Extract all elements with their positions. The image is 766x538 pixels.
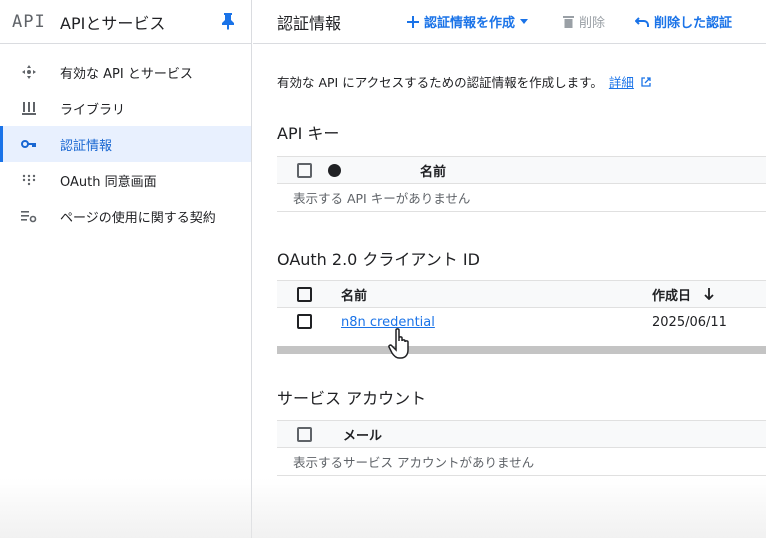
table-row[interactable]: n8n credential 2025/06/11 <box>277 308 766 336</box>
sidebar-nav: 有効な API とサービス ライブラリ 認証情報 OAuth 同意画面 ページの… <box>0 44 251 234</box>
row-checkbox[interactable] <box>297 314 312 329</box>
sidebar-item-label: ページの使用に関する契約 <box>60 210 216 226</box>
column-header-name[interactable]: 名前 <box>420 161 446 180</box>
dropdown-arrow-icon <box>520 19 529 24</box>
trash-icon <box>563 16 575 28</box>
sidebar-item-label: 認証情報 <box>60 138 113 154</box>
sidebar-item-page-usage-agreements[interactable]: ページの使用に関する契約 <box>0 198 251 234</box>
oauth-table-header: 名前 作成日 <box>277 280 766 308</box>
sidebar-item-library[interactable]: ライブラリ <box>0 90 251 126</box>
api-keys-table: 名前 表示する API キーがありません <box>277 156 766 212</box>
pin-icon[interactable] <box>220 12 236 30</box>
select-all-checkbox[interactable] <box>297 427 312 442</box>
api-logo: API <box>12 11 46 32</box>
sidebar-item-enabled-apis[interactable]: 有効な API とサービス <box>0 54 251 90</box>
sidebar-item-label: ライブラリ <box>60 102 126 118</box>
service-accounts-table-header: メール <box>277 420 766 448</box>
external-link-icon[interactable] <box>641 77 651 87</box>
select-all-checkbox[interactable] <box>297 163 312 178</box>
status-column-icon <box>328 164 341 177</box>
select-all-checkbox[interactable] <box>297 287 312 302</box>
sidebar-item-label: OAuth 同意画面 <box>60 174 157 190</box>
settings-list-icon <box>20 207 38 225</box>
undo-icon <box>635 16 650 27</box>
plus-icon <box>407 15 419 28</box>
sidebar-item-oauth-consent[interactable]: OAuth 同意画面 <box>0 162 251 198</box>
page-header: 認証情報 認証情報を作成 削除 削除した認証 <box>253 0 766 44</box>
oauth-clients-table: 名前 作成日 n8n credential 2025/06/11 <box>277 280 766 336</box>
client-created-date: 2025/06/11 <box>652 314 727 330</box>
column-header-email[interactable]: メール <box>343 425 382 444</box>
column-header-created[interactable]: 作成日 <box>652 285 714 304</box>
sidebar: API APIとサービス 有効な API とサービス ライブラリ 認証情報 OA… <box>0 0 252 538</box>
page-title: 認証情報 <box>277 13 342 33</box>
service-accounts-table: メール 表示するサービス アカウントがありません <box>277 420 766 476</box>
api-keys-title: API キー <box>277 124 340 143</box>
restore-deleted-credentials-button[interactable]: 削除した認証 <box>635 12 732 31</box>
library-icon <box>20 99 38 117</box>
hand-pointer-cursor-icon <box>388 328 409 359</box>
dots-grid-icon <box>20 171 38 189</box>
delete-button[interactable]: 削除 <box>563 12 605 31</box>
key-icon <box>20 135 38 153</box>
sidebar-title: APIとサービス <box>60 13 166 33</box>
horizontal-scrollbar[interactable] <box>277 346 766 354</box>
api-keys-empty-message: 表示する API キーがありません <box>277 184 766 212</box>
column-header-name[interactable]: 名前 <box>341 285 367 304</box>
service-accounts-title: サービス アカウント <box>277 389 427 408</box>
sidebar-header: API APIとサービス <box>0 0 251 44</box>
sidebar-item-credentials[interactable]: 認証情報 <box>0 126 251 162</box>
oauth-clients-title: OAuth 2.0 クライアント ID <box>277 250 480 269</box>
create-credentials-button[interactable]: 認証情報を作成 <box>407 12 533 31</box>
learn-more-link[interactable]: 詳細 <box>609 75 634 90</box>
diamond-arrows-icon <box>20 63 38 81</box>
sort-descending-icon <box>703 287 714 300</box>
sidebar-item-label: 有効な API とサービス <box>60 66 193 82</box>
api-keys-table-header: 名前 <box>277 156 766 184</box>
service-accounts-empty-message: 表示するサービス アカウントがありません <box>277 448 766 476</box>
intro-text: 有効な API にアクセスするための認証情報を作成します。 詳細 <box>277 72 651 91</box>
